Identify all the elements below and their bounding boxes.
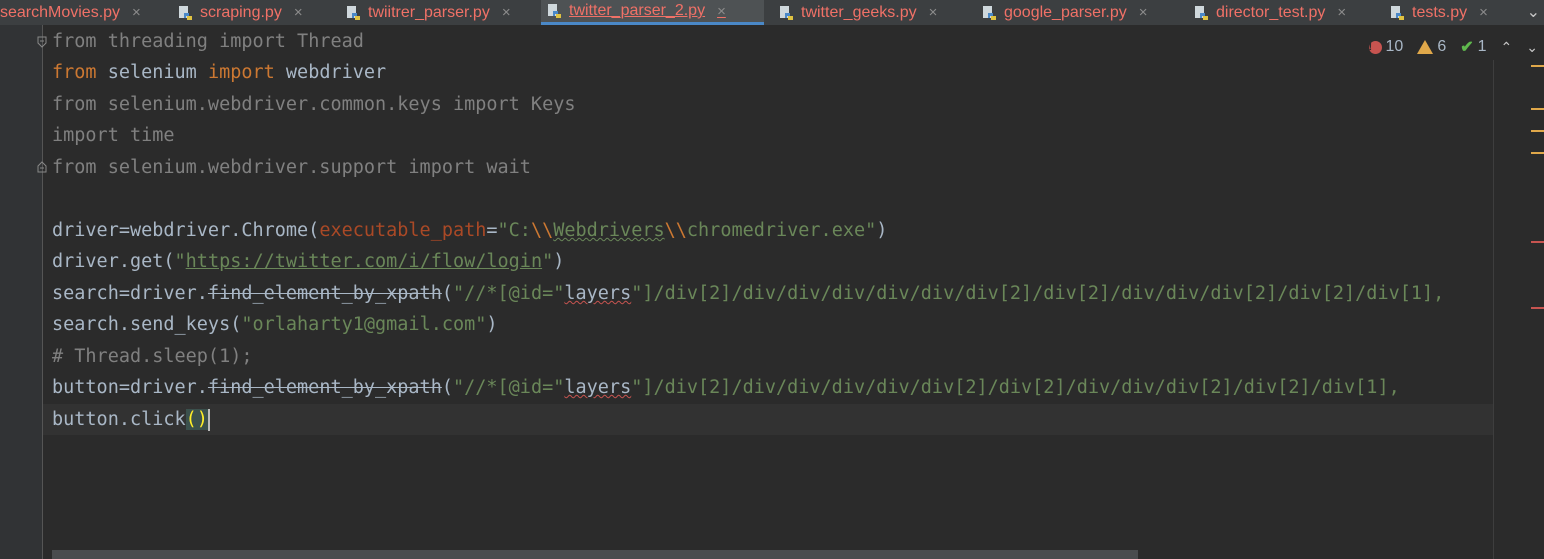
warning-marker[interactable] [1531,108,1544,110]
error-marker[interactable] [1531,241,1544,243]
tab-director-test[interactable]: director_test.py × [1188,0,1352,25]
tab-label: twitter_parser_2.py [569,2,706,19]
close-icon[interactable]: × [717,3,726,20]
warning-marker[interactable] [1531,152,1544,154]
gutter-divider [42,25,43,559]
tab-label: searchMovies.py [0,3,121,21]
code-line-4: import time [52,125,175,146]
code-line-9: search=driver.find_element_by_xpath("//*… [52,283,1445,304]
close-icon[interactable]: × [1139,4,1148,21]
tab-scraping[interactable]: scraping.py × [172,0,309,25]
tab-label: scraping.py [200,3,282,21]
tab-label: google_parser.py [1004,3,1127,21]
tab-tests[interactable]: tests.py × [1384,0,1494,25]
close-icon[interactable]: × [132,4,141,21]
tab-twitter-parser-2[interactable]: twitter_parser_2.py × [541,0,764,25]
tab-label: twitter_geeks.py [801,3,917,21]
tab-label: director_test.py [1216,3,1326,21]
code-line-13: button.click() [52,409,210,431]
url-link[interactable]: https://twitter.com/i/flow/login [186,251,542,272]
code-line-5: from selenium.webdriver.support import w… [52,157,531,178]
editor-tab-bar: searchMovies.py × scraping.py × twiitrer… [0,0,1544,25]
python-file-icon [779,5,795,21]
tab-twiitrer-parser[interactable]: twiitrer_parser.py × [340,0,517,25]
tab-label: tests.py [1412,3,1468,21]
code-line-11: # Thread.sleep(1); [52,346,253,367]
text-caret [207,409,210,431]
close-icon[interactable]: × [294,4,303,21]
horizontal-scrollbar[interactable] [52,550,1138,559]
python-file-icon [346,5,362,21]
fold-icon[interactable] [37,36,47,48]
python-file-icon [1390,5,1406,21]
python-file-icon [178,5,194,21]
tab-google-parser[interactable]: google_parser.py × [976,0,1154,25]
close-icon[interactable]: × [502,4,511,21]
code-line-12: button=driver.find_element_by_xpath("//*… [52,377,1400,398]
warning-marker[interactable] [1531,130,1544,132]
close-icon[interactable]: × [929,4,938,21]
error-marker[interactable] [1531,307,1544,309]
tab-label: twiitrer_parser.py [368,3,490,21]
chevron-down-icon[interactable]: ⌄ [1527,2,1540,21]
python-file-icon [1194,5,1210,21]
warning-marker[interactable] [1531,65,1544,67]
tab-twitter-geeks[interactable]: twitter_geeks.py × [773,0,943,25]
code-line-1: from threading import Thread [52,31,364,52]
right-margin-guide [1493,60,1494,559]
code-line-3: from selenium.webdriver.common.keys impo… [52,94,576,115]
fold-icon[interactable] [37,161,47,173]
code-line-10: search.send_keys("orlaharty1@gmail.com") [52,314,498,335]
tab-searchmovies[interactable]: searchMovies.py × [0,0,147,25]
close-icon[interactable]: × [1337,4,1346,21]
code-editor[interactable]: from threading import Thread from seleni… [52,28,1542,548]
code-line-2: from selenium import webdriver [52,62,387,83]
code-line-7: driver=webdriver.Chrome(executable_path=… [52,220,888,241]
code-line-8: driver.get("https://twitter.com/i/flow/l… [52,251,565,272]
python-file-icon [982,5,998,21]
python-file-icon [547,3,563,19]
line-gutter [0,25,42,559]
close-icon[interactable]: × [1479,4,1488,21]
